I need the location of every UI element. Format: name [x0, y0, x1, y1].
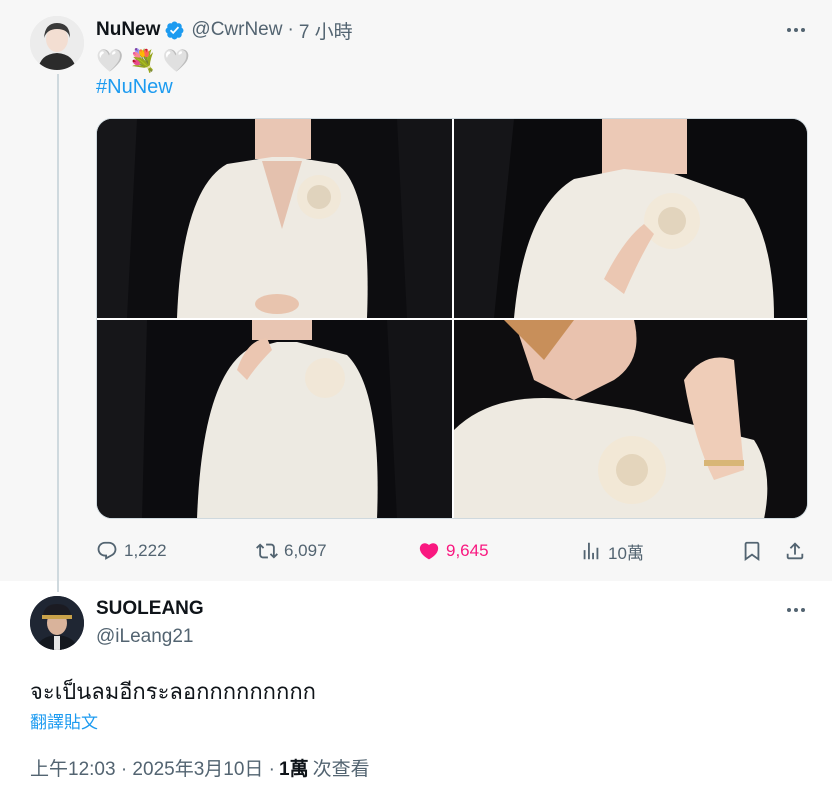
tweet-text: จะเป็นลมอีกระลอกกกกกกกกก [30, 680, 316, 705]
views-count: 10萬 [608, 543, 644, 563]
views-label: 次查看 [312, 759, 370, 780]
photo-3[interactable] [97, 320, 452, 518]
separator-dot: · [287, 19, 294, 40]
tweet-meta: 上午12:03 · 2025年3月10日 · 1萬 次查看 [30, 754, 370, 781]
handle[interactable]: @iLeang21 [96, 626, 193, 648]
like-button[interactable]: 9,645 [418, 537, 489, 565]
views-count: 1萬 [279, 759, 309, 780]
reply-icon [97, 541, 117, 560]
more-options-icon[interactable] [783, 20, 809, 40]
like-count: 9,645 [446, 541, 489, 560]
translate-post-link[interactable]: 翻譯貼文 [30, 708, 98, 733]
analytics-icon [583, 542, 599, 560]
tweet-text-emoji: 🤍 💐 🤍 [96, 48, 190, 74]
timestamp[interactable]: 7 小時 [299, 17, 353, 44]
display-name[interactable]: NuNew [96, 19, 160, 41]
photo-2[interactable] [454, 119, 807, 318]
white-heart-emoji: 🤍 [96, 48, 124, 73]
reply-button[interactable]: 1,222 [96, 537, 167, 565]
retweet-button[interactable]: 6,097 [256, 537, 327, 565]
more-options-icon[interactable] [783, 600, 809, 620]
avatar[interactable] [30, 596, 84, 650]
avatar[interactable] [30, 16, 84, 70]
timestamp[interactable]: 上午12:03 · 2025年3月10日 · [30, 754, 275, 781]
share-button[interactable] [784, 537, 806, 565]
bookmark-icon [744, 541, 760, 562]
bookmark-button[interactable] [741, 537, 763, 565]
retweet-count: 6,097 [284, 541, 327, 560]
photo-grid [96, 118, 808, 519]
bouquet-emoji: 💐 [129, 48, 157, 73]
thread-connector-line [57, 74, 59, 592]
tweet-action-bar: 1,222 6,097 9,645 10萬 [96, 537, 816, 565]
verified-badge-icon [165, 21, 184, 39]
tweet-header: NuNew @CwrNew · 7 小時 [96, 17, 353, 44]
photo-4[interactable] [454, 320, 807, 518]
share-icon [786, 542, 804, 560]
reply-count: 1,222 [124, 541, 167, 560]
hashtag-link[interactable]: #NuNew [96, 76, 173, 99]
handle[interactable]: @CwrNew [191, 19, 282, 41]
photo-1[interactable] [97, 119, 452, 318]
views-button[interactable]: 10萬 [580, 537, 644, 565]
white-heart-emoji: 🤍 [162, 48, 191, 73]
retweet-icon [256, 543, 278, 559]
heart-filled-icon [419, 543, 439, 560]
display-name[interactable]: SUOLEANG [96, 598, 204, 620]
